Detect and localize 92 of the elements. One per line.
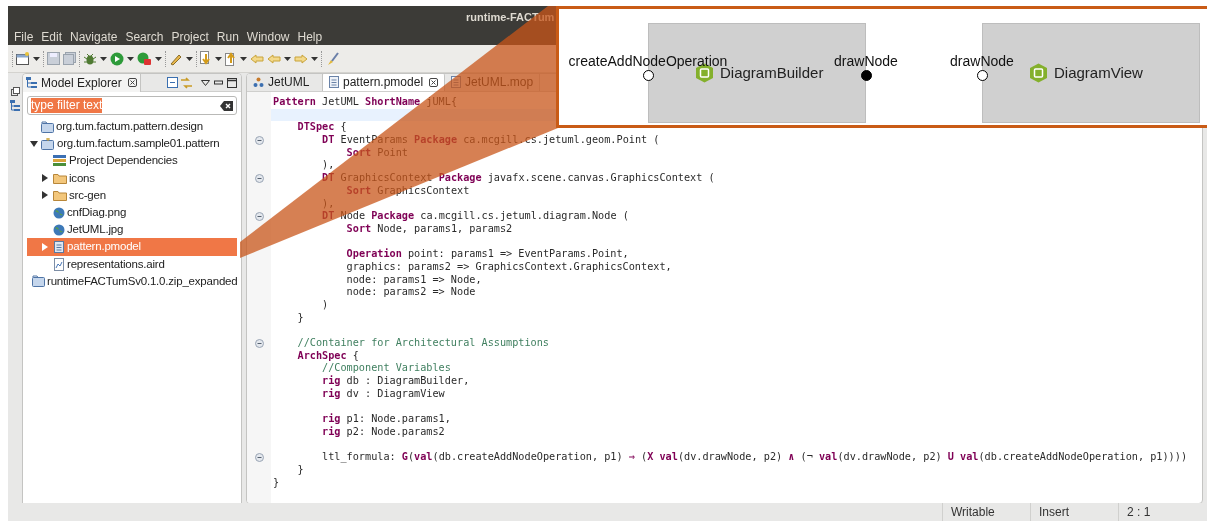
status-field: Writable (942, 503, 1030, 521)
tree-item[interactable]: cnfDiag.png (27, 203, 237, 222)
fold-icon[interactable] (254, 338, 264, 348)
caret-icon[interactable] (284, 56, 291, 61)
code-line: ) (321, 299, 330, 312)
code-line: //Component Variables (321, 362, 452, 375)
view-menu-icon[interactable] (201, 79, 210, 86)
run-icon[interactable] (110, 51, 124, 66)
menu-item[interactable]: Navigate (66, 27, 122, 46)
menu-item[interactable]: Window (242, 27, 294, 46)
component-icon (1029, 63, 1048, 83)
code-line: graphics: params2 => GraphicsContext.GraphicsContext, (345, 260, 673, 274)
code-line: ltl_formula: G(val(db.createAddNodeOperation, p1) ⇒ (X val(dv.drawNode, p2) ∧ (¬ val(dv.drawNode, p2) U val(db.createAddNodeOperation, p1)))) (321, 451, 1189, 464)
code-line: ), (321, 159, 336, 173)
menu-item[interactable]: Run (212, 27, 243, 46)
restore-icon[interactable] (10, 87, 20, 96)
code-line: node: params1 => Node, (345, 273, 483, 287)
fold-icon[interactable] (254, 135, 264, 145)
fold-icon[interactable] (254, 212, 264, 222)
run-tool-icon[interactable] (137, 51, 152, 66)
code-line: //Container for Architectural Assumptions (296, 337, 550, 350)
globe-icon (53, 206, 65, 219)
menu-item[interactable]: Edit (37, 27, 67, 46)
port-label: drawNode (950, 52, 1014, 71)
project-icon (41, 120, 54, 133)
tree-item[interactable]: src-gen (27, 186, 237, 204)
port-label: createAddNodeOperation (568, 52, 728, 69)
view-title: Model Explorer (41, 74, 122, 92)
fold-icon[interactable] (254, 453, 264, 463)
code-line: rig p2: Node.params2 (321, 425, 446, 439)
filter-text: type filter text (31, 98, 103, 113)
document-icon (53, 240, 65, 254)
close-icon[interactable] (127, 78, 137, 87)
tree-item[interactable]: representations.aird (27, 255, 237, 273)
caret-icon[interactable] (127, 56, 134, 61)
tree-item[interactable]: icons (27, 169, 237, 187)
caret-icon[interactable] (215, 56, 222, 61)
menu-item[interactable]: Help (293, 27, 327, 46)
chart-file-icon (53, 257, 65, 271)
tree-item[interactable]: Project Dependencies (27, 152, 237, 170)
maximize-icon[interactable] (227, 77, 237, 88)
port-label: drawNode (834, 52, 898, 71)
code-line: } (296, 311, 305, 325)
code-line: Sort Node, params1, params2 (345, 222, 514, 236)
tree-item[interactable]: JetUML.jpg (27, 221, 237, 239)
code-line: rig db : DiagramBuilder, (321, 375, 471, 388)
fold-icon[interactable] (254, 173, 264, 183)
caret-icon[interactable] (240, 56, 247, 61)
expanded-arrow-icon[interactable] (30, 140, 38, 147)
code-line: rig p1: Node.params1, (321, 413, 452, 426)
folder-icon (53, 189, 67, 201)
folder-icon (53, 172, 67, 184)
status-field: Insert (1030, 503, 1118, 521)
brush-icon[interactable] (325, 51, 339, 66)
tree-item[interactable]: runtimeFACTumSv0.1.0.zip_expanded (27, 272, 237, 290)
library-icon (53, 155, 67, 167)
close-icon[interactable] (429, 77, 439, 87)
code-line: ArchSpec { (296, 349, 360, 363)
document-icon (329, 76, 339, 88)
caret-icon[interactable] (100, 56, 107, 61)
status-field: 2 : 1 (1118, 503, 1178, 521)
code-line: rig dv : DiagramView (321, 387, 446, 401)
view-tab[interactable]: Model Explorer (23, 73, 141, 92)
tree-view-icon[interactable] (10, 100, 20, 112)
caret-icon[interactable] (155, 56, 162, 61)
menu-item[interactable]: Search (121, 27, 168, 46)
code-line: } (296, 463, 305, 477)
project-icon (32, 275, 45, 288)
project-icon (41, 137, 55, 150)
caret-icon[interactable] (311, 56, 318, 61)
people-icon (253, 76, 264, 88)
menu-item[interactable]: Project (167, 27, 213, 46)
editor-tab[interactable]: pattern.pmodel (323, 74, 446, 91)
minimize-icon[interactable] (214, 78, 223, 87)
tree-view-icon (26, 76, 38, 89)
globe-icon (53, 223, 65, 236)
code-line: DTSpec { (296, 121, 348, 135)
caret-icon[interactable] (186, 56, 193, 61)
menu-item[interactable]: File (10, 27, 38, 46)
tree-item[interactable]: org.tum.factum.pattern.design (27, 118, 237, 136)
caret-icon[interactable] (33, 56, 40, 61)
code-line: ), (321, 197, 336, 211)
code-line: node: params2 => Node (345, 286, 477, 299)
tree-item[interactable]: org.tum.factum.sample01.pattern (27, 135, 237, 153)
code-line: DT Node Package ca.mcgill.cs.jetuml.diagram.Node ( (321, 210, 630, 223)
bug-icon[interactable] (83, 51, 97, 66)
component-name: DiagramView (1054, 62, 1143, 83)
new-file-icon[interactable] (16, 52, 30, 65)
code-line: Operation point: params1 => EventParams.Point, (345, 248, 630, 261)
code-line: } (272, 476, 281, 490)
clear-icon[interactable] (220, 100, 233, 111)
collapse-all-icon[interactable] (167, 77, 178, 88)
